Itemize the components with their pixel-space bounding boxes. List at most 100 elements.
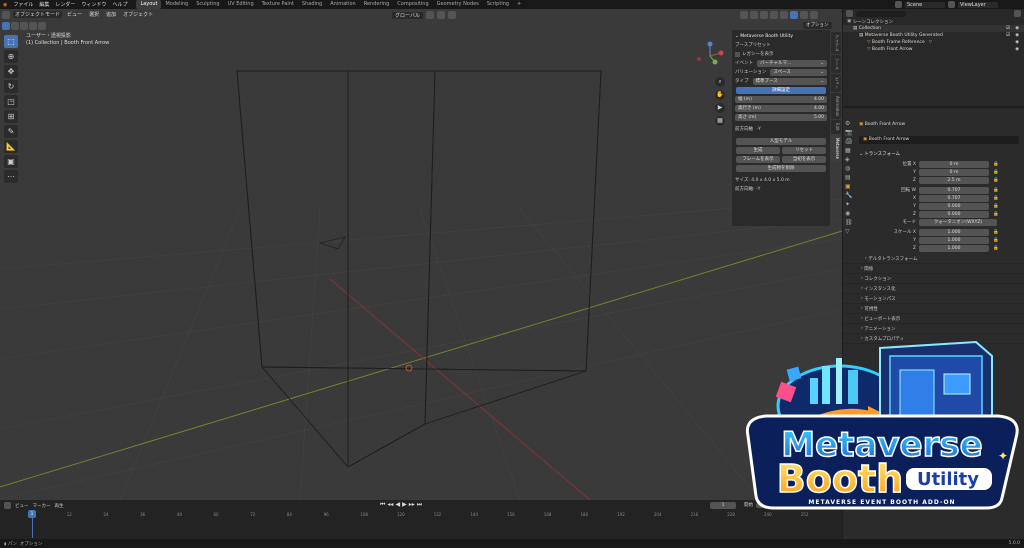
measure-tool-icon[interactable]: 📐	[4, 140, 18, 153]
rotation-mode-dropdown[interactable]: クォータニオン(WXYZ)	[919, 218, 997, 226]
outliner-editor-icon[interactable]	[846, 10, 853, 17]
menu-view[interactable]: ビュー	[65, 11, 84, 18]
world-tab-icon[interactable]: ◍	[845, 165, 855, 172]
scale-z-field[interactable]: 1.000	[919, 244, 989, 252]
view-layer-tab-icon[interactable]: ▦	[845, 147, 855, 154]
timeline-menu-view[interactable]: ビュー	[15, 503, 29, 509]
detail-settings-button[interactable]: 詳細設定	[736, 86, 826, 94]
tab-uv-editing[interactable]: UV Editing	[224, 0, 258, 9]
outliner-item-collection[interactable]: ▤ Collection ☑ ◉	[843, 25, 1024, 32]
overlay-toggle-icon[interactable]	[760, 11, 768, 19]
extra-tool-icon[interactable]: ⋯	[4, 170, 18, 183]
prev-key-icon[interactable]: ◂◂	[387, 501, 393, 509]
grid-view-icon[interactable]: ▦	[715, 116, 725, 126]
show-guide-button[interactable]: 当初を表示	[782, 155, 826, 163]
data-tab-icon[interactable]: ▽	[845, 228, 855, 235]
outliner-search-input[interactable]	[856, 10, 906, 17]
physics-tab-icon[interactable]: ◉	[845, 210, 855, 217]
type-dropdown[interactable]: 標準ブース ⌄	[752, 77, 827, 85]
play-reverse-icon[interactable]: ◀	[395, 501, 400, 509]
constraints-tab-icon[interactable]: ⛓	[845, 219, 855, 226]
viewlayer-icon[interactable]	[948, 1, 955, 8]
jump-end-icon[interactable]: ⏭	[417, 501, 422, 509]
scale-y-field[interactable]: 1.000	[919, 236, 989, 244]
panel-header[interactable]: ⌄ Metaverse Booth Utility	[735, 32, 827, 40]
menu-add[interactable]: 追加	[104, 11, 118, 18]
tab-compositing[interactable]: Compositing	[393, 0, 432, 9]
zoom-icon[interactable]: ⌕	[715, 77, 725, 87]
jump-start-icon[interactable]: ⏮	[380, 501, 385, 509]
location-x-field[interactable]: 0 m	[919, 160, 989, 168]
tab-view[interactable]: ビュー	[831, 74, 841, 92]
object-tab-icon[interactable]: ▣	[845, 183, 855, 190]
show-frame-button[interactable]: フレームを表示	[736, 155, 780, 163]
visibility-icon[interactable]	[740, 11, 748, 19]
tab-modeling[interactable]: Modeling	[161, 0, 192, 9]
scale-tool-icon[interactable]: ◳	[4, 95, 18, 108]
cursor-tool-icon[interactable]: ⊕	[4, 50, 18, 63]
add-workspace-icon[interactable]: +	[513, 0, 525, 9]
filter-icon[interactable]	[1014, 10, 1021, 17]
navigation-gizmo[interactable]	[695, 41, 725, 71]
front-axis-value[interactable]: -Y	[757, 127, 761, 132]
editor-type-icon[interactable]	[2, 10, 10, 19]
object-name-field[interactable]: ▣ Booth Front Arrow	[859, 136, 1019, 144]
timeline-menu-marker[interactable]: マーカー	[33, 503, 51, 509]
section-viewport-display[interactable]: › ビューポート表示	[843, 314, 1024, 324]
location-y-field[interactable]: 0 m	[919, 168, 989, 176]
scene-tab-icon[interactable]: ◈	[845, 156, 855, 163]
blender-logo-icon[interactable]: ◉	[0, 2, 10, 8]
outliner-item-frame[interactable]: ▽ Booth Frame Reference ▽ ◉	[843, 39, 1024, 46]
playhead[interactable]: 1	[28, 510, 36, 518]
xray-icon[interactable]	[770, 11, 778, 19]
mode-selector[interactable]: オブジェクトモード	[13, 11, 63, 18]
move-tool-icon[interactable]: ✥	[4, 65, 18, 78]
scene-icon[interactable]	[895, 1, 902, 8]
reset-button[interactable]: リセット	[782, 146, 826, 154]
rotation-z-field[interactable]: 0.000	[919, 210, 989, 218]
add-cube-tool-icon[interactable]: ▣	[4, 155, 18, 168]
height-field[interactable]: 高さ (m) 5.00	[735, 113, 827, 121]
shading-solid-icon[interactable]	[790, 11, 798, 19]
collection-tab-icon[interactable]: ▤	[845, 174, 855, 181]
tab-sculpting[interactable]: Sculpting	[192, 0, 223, 9]
menu-object[interactable]: オブジェクト	[121, 11, 155, 18]
scale-x-field[interactable]: 1.000	[919, 228, 989, 236]
section-relations[interactable]: › 関係	[843, 264, 1024, 274]
rotation-w-field[interactable]: 0.707	[919, 186, 989, 194]
section-delta-transform[interactable]: › デルタトランスフォーム	[843, 254, 1024, 264]
scene-name[interactable]: Scene	[905, 1, 945, 8]
tab-shading[interactable]: Shading	[298, 0, 326, 9]
legacy-checkbox[interactable]	[735, 51, 740, 57]
select-intersect-icon[interactable]	[38, 22, 46, 30]
select-new-icon[interactable]	[2, 22, 10, 30]
section-visibility[interactable]: › 可視性	[843, 304, 1024, 314]
pan-hand-icon[interactable]: ✋	[715, 90, 725, 100]
tab-geometry-nodes[interactable]: Geometry Nodes	[433, 0, 483, 9]
camera-icon[interactable]: ▶	[715, 103, 725, 113]
viewlayer-name[interactable]: ViewLayer	[958, 1, 998, 8]
snap-icon[interactable]	[436, 11, 445, 19]
pivot-icon[interactable]	[425, 11, 434, 19]
timeline-editor-icon[interactable]	[4, 502, 11, 509]
tab-scripting[interactable]: Scripting	[483, 0, 513, 9]
shading-rendered-icon[interactable]	[810, 11, 818, 19]
rotation-x-field[interactable]: 0.707	[919, 194, 989, 202]
rotation-y-field[interactable]: 0.000	[919, 202, 989, 210]
tab-item[interactable]: アイテム	[831, 32, 841, 54]
tab-metaverse[interactable]: Metaverse	[831, 135, 841, 163]
proportional-edit-icon[interactable]	[447, 11, 456, 19]
section-instancing[interactable]: › インスタンス化	[843, 284, 1024, 294]
3d-viewport[interactable]: オブジェクトモード ビュー 選択 追加 オブジェクト グローバル オプション ⬚…	[0, 9, 842, 500]
section-collections[interactable]: › コレクション	[843, 274, 1024, 284]
shading-material-icon[interactable]	[800, 11, 808, 19]
tab-animation[interactable]: Animation	[326, 0, 360, 9]
modifier-tab-icon[interactable]: 🔧	[845, 192, 855, 199]
tab-rendering[interactable]: Rendering	[360, 0, 394, 9]
outliner-item-arrow[interactable]: ▽ Booth Front Arrow ◉	[843, 46, 1024, 53]
frame-ruler[interactable]: 0122436486072849610812013214415616818019…	[30, 512, 842, 520]
transform-header[interactable]: トランスフォーム	[864, 151, 900, 157]
select-box-tool-icon[interactable]: ⬚	[4, 35, 18, 48]
tool-tab-icon[interactable]: ⚙	[845, 120, 855, 127]
outliner-item-generated[interactable]: ▤ Metaverse Booth Utility Generated ☑ ◉	[843, 32, 1024, 39]
